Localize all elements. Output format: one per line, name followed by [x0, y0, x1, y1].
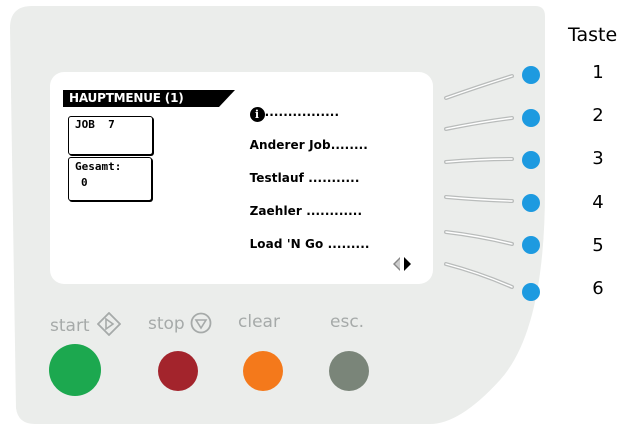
menu-item-dots: .........: [327, 237, 370, 251]
stop-button[interactable]: [158, 351, 198, 391]
stop-label-text: stop: [148, 314, 185, 334]
total-counter-label: Gesamt:: [75, 160, 122, 173]
esc-button[interactable]: [329, 351, 369, 391]
softkey-4-button[interactable]: [522, 194, 540, 212]
softkey-number-1: 1: [592, 62, 604, 83]
left-right-arrows-icon[interactable]: [392, 256, 414, 272]
diamond-arrow-icon: [96, 311, 122, 337]
circle-triangle-icon: [190, 312, 212, 334]
start-label: start: [50, 311, 122, 337]
softkey-1-button[interactable]: [522, 66, 540, 84]
menu-item-load-n-go[interactable]: Load 'N Go .........: [241, 223, 370, 251]
menu-item-dots: ............: [306, 204, 363, 218]
softkey-5-button[interactable]: [522, 236, 540, 254]
total-counter-box: Gesamt: 0: [68, 157, 152, 201]
info-icon: i: [249, 107, 265, 122]
menu-item-dots: ...........: [308, 171, 360, 185]
menu-item-label: Anderer Job: [249, 138, 331, 152]
menu-item-label: Testlauf: [249, 171, 304, 185]
menu-item-anderer-job[interactable]: Anderer Job........: [241, 124, 368, 152]
softkey-number-4: 4: [592, 192, 604, 213]
softkey-title: Taste: [568, 24, 618, 46]
start-label-text: start: [50, 316, 90, 336]
stop-label: stop: [148, 312, 212, 334]
esc-label: esc.: [330, 312, 365, 332]
softkey-3-button[interactable]: [522, 151, 540, 169]
menu-item-label: Load 'N Go: [249, 237, 324, 251]
menu-item-info-dots: ................: [264, 105, 340, 119]
menu-item-dots: ........: [330, 138, 368, 152]
total-counter-value: 0: [81, 176, 88, 189]
softkey-number-2: 2: [592, 105, 604, 126]
softkey-number-3: 3: [592, 148, 604, 169]
softkey-2-button[interactable]: [522, 109, 540, 127]
clear-button[interactable]: [243, 351, 283, 391]
job-box: JOB 7: [68, 116, 153, 155]
softkey-number-6: 6: [592, 278, 604, 299]
softkey-number-5: 5: [592, 235, 604, 256]
menu-item-label: Zaehler: [249, 204, 302, 218]
menu-item-zaehler[interactable]: Zaehler ............: [241, 190, 362, 218]
menu-item-info[interactable]: i................: [241, 91, 339, 122]
menu-header: HAUPTMENUE (1): [63, 90, 235, 107]
clear-label: clear: [238, 312, 280, 332]
menu-item-testlauf[interactable]: Testlauf ...........: [241, 157, 360, 185]
job-box-label: JOB 7: [75, 118, 115, 131]
softkey-6-button[interactable]: [522, 283, 540, 301]
start-button[interactable]: [49, 344, 101, 396]
menu-header-title: HAUPTMENUE (1): [69, 91, 184, 105]
